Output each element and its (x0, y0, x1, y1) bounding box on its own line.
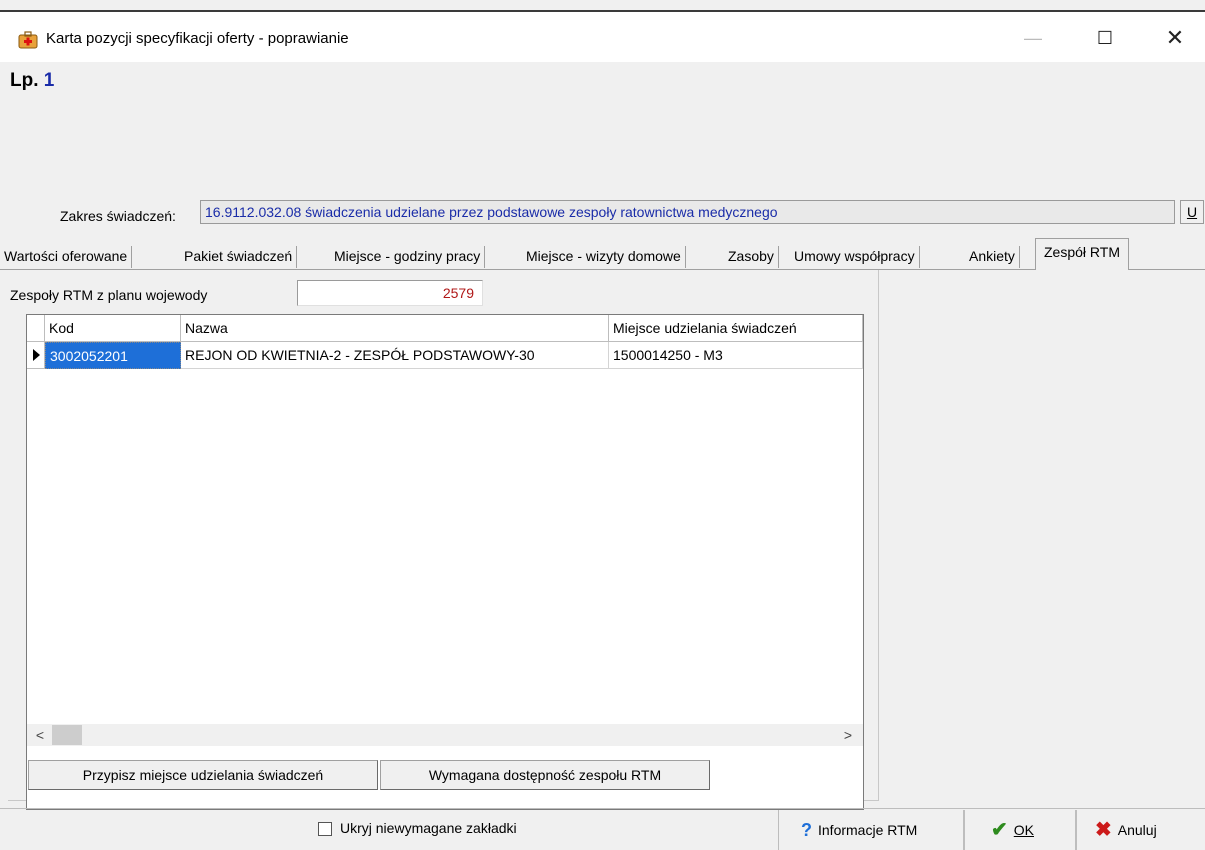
rtm-plan-value: 2579 (297, 280, 483, 306)
horizontal-scrollbar[interactable] (27, 724, 863, 746)
zakres-u-button[interactable]: U (1180, 200, 1204, 224)
hide-tabs-label[interactable]: Ukryj niewymagane zakładki (340, 820, 517, 836)
minimize-button[interactable]: — (1010, 18, 1056, 58)
informacje-rtm-button[interactable]: ? Informacje RTM (778, 810, 964, 850)
question-icon: ? (801, 820, 812, 840)
grid-header-nazwa[interactable]: Nazwa (181, 315, 609, 342)
tab-miejsce-godziny-pracy[interactable]: Miejsce - godziny pracy (330, 246, 486, 268)
tab-wartosci-oferowane[interactable]: Wartości oferowane (0, 246, 133, 268)
footer-separator (0, 808, 1205, 809)
tab-ankiety[interactable]: Ankiety (965, 246, 1020, 268)
lp-heading: Lp. 1 (10, 70, 54, 92)
przypisz-miejsce-button[interactable]: Przypisz miejsce udzielania świadczeń (28, 760, 378, 790)
ok-button[interactable]: ✔ OK (964, 810, 1076, 850)
lp-label: Lp. (10, 70, 39, 91)
window-title: Karta pozycji specyfikacji oferty - popr… (46, 30, 349, 47)
maximize-button[interactable]: ☐ (1082, 18, 1128, 58)
medical-kit-icon (18, 31, 38, 49)
scroll-left-icon[interactable]: < (30, 724, 50, 746)
rtm-plan-label: Zespoły RTM z planu wojewody (10, 287, 208, 303)
ok-label: OK (1013, 822, 1034, 838)
lp-value: 1 (43, 70, 55, 91)
cell-kod[interactable]: 3002052201 (45, 342, 181, 369)
cell-nazwa[interactable]: REJON OD KWIETNIA-2 - ZESPÓŁ PODSTAWOWY-… (181, 342, 609, 369)
anuluj-button[interactable]: ✖ Anuluj (1076, 810, 1205, 850)
grid-header-miejsce[interactable]: Miejsce udzielania świadczeń (609, 315, 863, 342)
informacje-rtm-label: Informacje RTM (818, 822, 918, 838)
tab-zespol-rtm[interactable]: Zespół RTM (1035, 238, 1129, 270)
cancel-x-icon: ✖ (1095, 819, 1112, 841)
row-indicator-icon (27, 342, 45, 369)
grid-indicator-header (27, 315, 45, 342)
zakres-field[interactable]: 16.9112.032.08 świadczenia udzielane prz… (200, 200, 1175, 224)
checkmark-icon: ✔ (991, 819, 1008, 841)
close-button[interactable]: ✕ (1152, 18, 1198, 58)
cell-miejsce[interactable]: 1500014250 - M3 (609, 342, 863, 369)
grid-header-kod[interactable]: Kod (45, 315, 181, 342)
hide-tabs-checkbox[interactable] (318, 822, 332, 836)
tab-zasoby[interactable]: Zasoby (724, 246, 779, 268)
tab-umowy-wspolpracy[interactable]: Umowy współpracy (790, 246, 920, 268)
scroll-right-icon[interactable]: > (838, 724, 858, 746)
tab-pakiet-swiadczen[interactable]: Pakiet świadczeń (180, 246, 298, 268)
zakres-label: Zakres świadczeń: (60, 208, 176, 224)
tab-miejsce-wizyty-domowe[interactable]: Miejsce - wizyty domowe (522, 246, 686, 268)
anuluj-label: Anuluj (1117, 822, 1157, 838)
wymagana-dostepnosc-button[interactable]: Wymagana dostępność zespołu RTM (380, 760, 710, 790)
scroll-thumb[interactable] (52, 725, 82, 745)
